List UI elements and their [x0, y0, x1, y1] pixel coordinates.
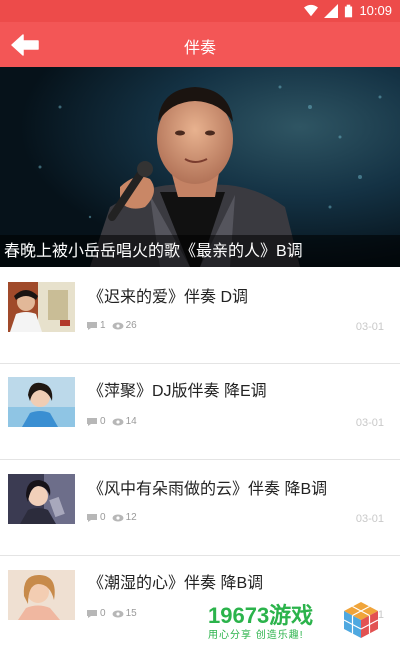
wifi-icon: [304, 4, 319, 16]
list-item-title: 《迟来的爱》伴奏 D调: [88, 289, 249, 306]
list-item-title: 《萍聚》DJ版伴奏 降E调: [88, 383, 267, 400]
list-item-title: 《潮湿的心》伴奏 降B调: [88, 575, 264, 592]
list-item[interactable]: 《风中有朵雨做的云》伴奏 降B调 0 12 03-01: [0, 460, 400, 556]
comment-count: 0: [100, 608, 106, 619]
banner-caption: 春晚上被小岳岳唱火的歌《最亲的人》B调: [4, 243, 303, 260]
comment-count: 0: [100, 512, 106, 523]
app-bar: 伴奏: [0, 22, 400, 67]
views-icon: [112, 610, 124, 617]
list-item-title: 《风中有朵雨做的云》伴奏 降B调: [88, 481, 328, 498]
list-item[interactable]: 《萍聚》DJ版伴奏 降E调 0 14 03-01: [0, 364, 400, 460]
signal-icon: [324, 3, 339, 18]
list-item-date: 03-01: [355, 417, 384, 429]
status-bar: 10:09: [0, 0, 400, 22]
featured-banner[interactable]: 春晚上被小岳岳唱火的歌《最亲的人》B调: [0, 67, 400, 267]
list-item-meta: 1 26: [86, 320, 137, 331]
list-item[interactable]: 《迟来的爱》伴奏 D调 1 26 03-01: [0, 268, 400, 364]
comment-icon: [87, 513, 97, 522]
view-count: 15: [125, 608, 137, 619]
view-count: 14: [125, 416, 137, 427]
views-icon: [112, 514, 124, 521]
view-count: 12: [125, 512, 137, 523]
thumbnail-image: [8, 570, 75, 620]
page-title: 伴奏: [183, 40, 216, 57]
status-time: 10:09: [359, 3, 392, 18]
comment-icon: [87, 417, 97, 426]
list-item-meta: 0 15: [86, 608, 137, 619]
thumbnail-image: [8, 282, 75, 332]
list-item-date: 03-01: [355, 321, 384, 333]
thumbnail-image: [8, 377, 75, 427]
thumbnail-image: [8, 474, 75, 524]
list-item-meta: 0 14: [86, 416, 137, 427]
comment-count: 0: [100, 416, 106, 427]
view-count: 26: [125, 320, 137, 331]
comment-icon: [87, 609, 97, 618]
cube-logo-icon: [343, 602, 379, 638]
comment-count: 1: [100, 320, 106, 331]
comment-icon: [87, 321, 97, 330]
battery-icon: [345, 4, 353, 17]
list-item-date: 03-01: [355, 513, 384, 525]
list-item-meta: 0 12: [86, 512, 137, 523]
views-icon: [112, 418, 124, 425]
views-icon: [112, 322, 124, 329]
watermark-slogan: 用心分享 创造乐趣!: [208, 630, 304, 641]
watermark-logo: 19673游戏 用心分享 创造乐趣!: [205, 598, 395, 644]
